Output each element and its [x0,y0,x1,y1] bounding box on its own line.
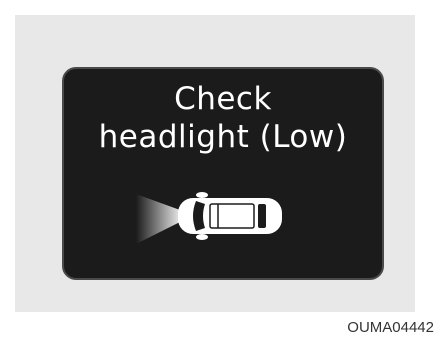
cluster-display: Check headlight (Low) [62,67,384,280]
headlight-beam-icon [136,194,180,244]
warning-title: Check [174,81,272,117]
mirror-icon [196,234,208,240]
car-roof-icon [209,203,255,229]
car-headlight-icon [136,192,282,244]
figure-code: OUMA04442 [347,319,434,336]
warning-subtitle: headlight (Low) [98,119,348,155]
rear-window-icon [258,204,266,228]
mirror-icon [196,192,208,198]
